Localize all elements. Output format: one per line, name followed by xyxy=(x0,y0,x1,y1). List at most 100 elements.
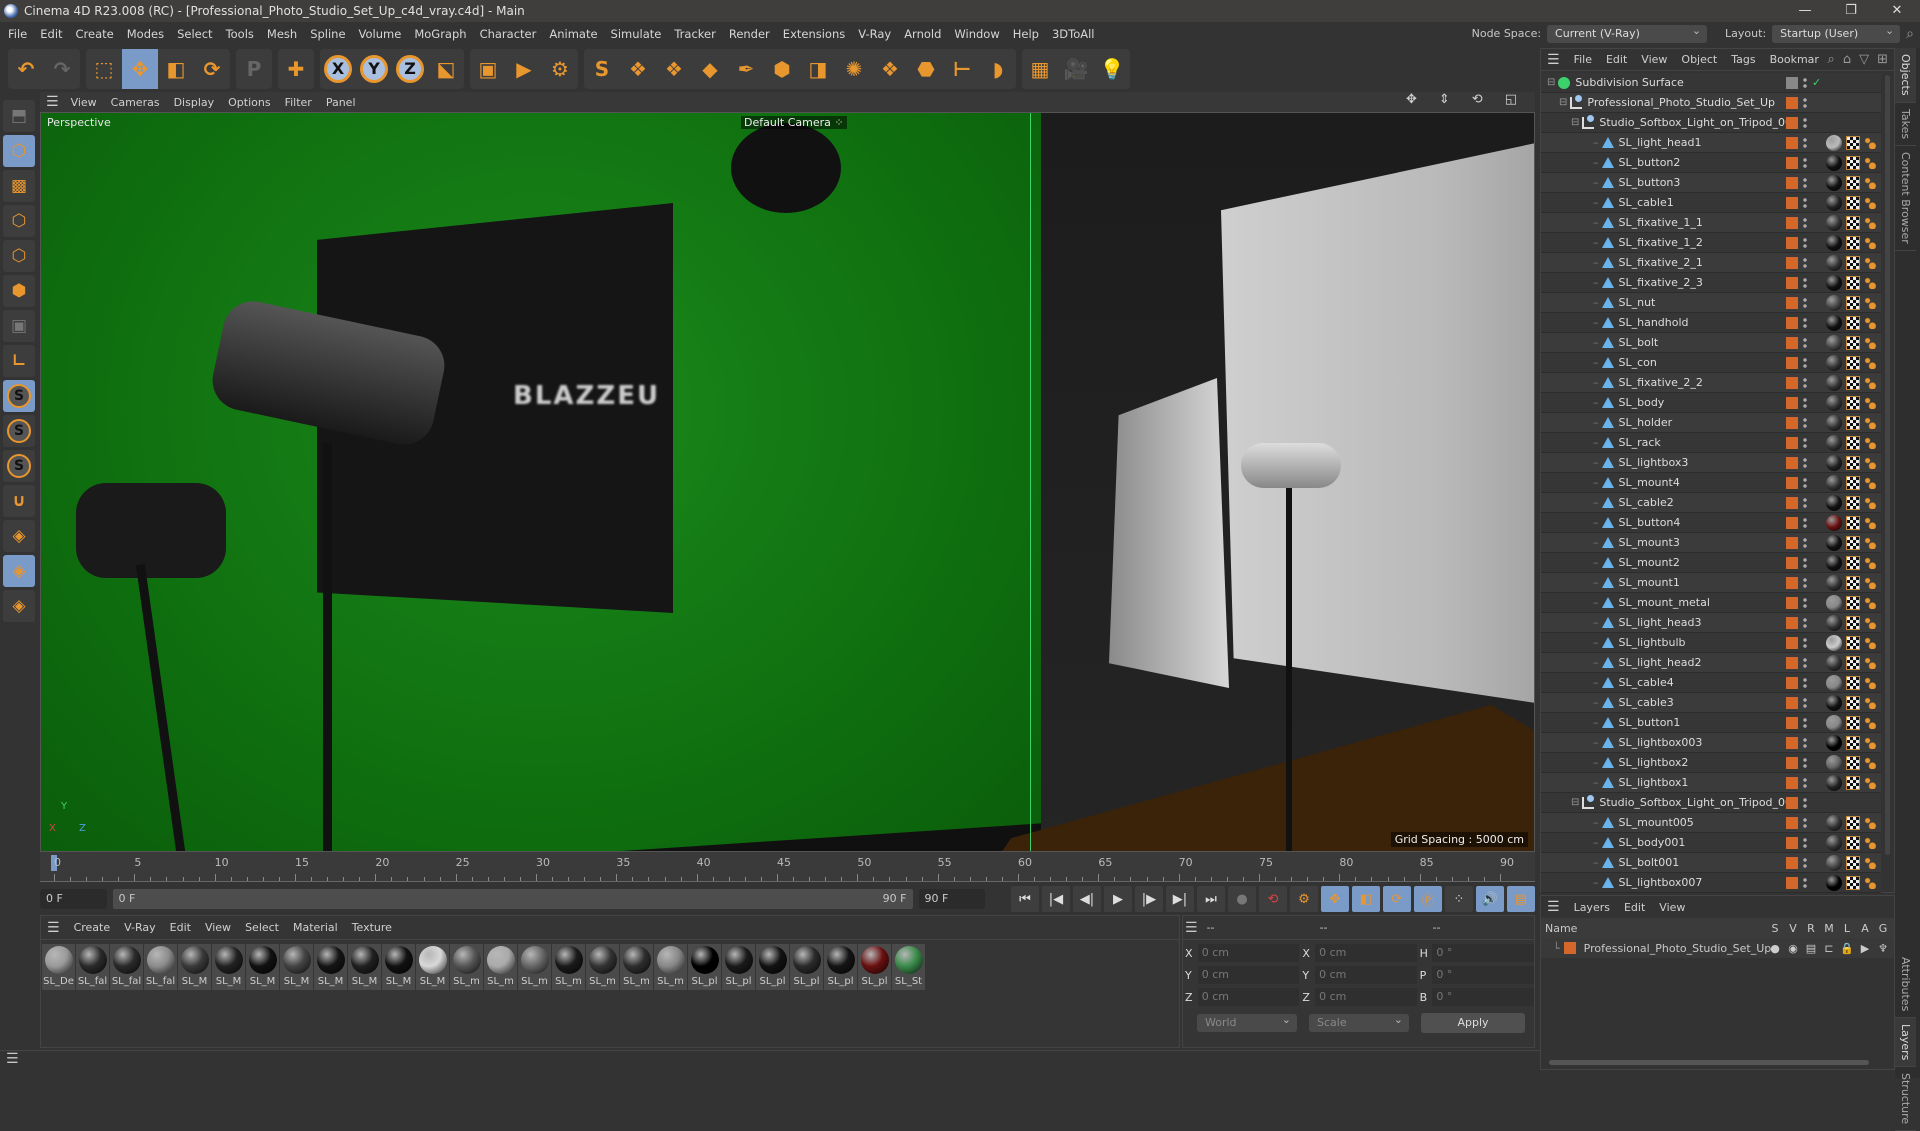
material-tag-icon[interactable] xyxy=(1826,374,1842,391)
uvw-tag-icon[interactable] xyxy=(1846,135,1860,150)
visibility-dots-icon[interactable] xyxy=(1803,516,1807,529)
objects-menu-edit[interactable]: Edit xyxy=(1606,53,1627,66)
lock-icon[interactable]: 🔒 xyxy=(1838,942,1856,955)
object-row[interactable]: – SL_rack xyxy=(1541,433,1881,453)
timeline-ruler[interactable]: 0 5 10 15 20 25 30 35 40 45 50 55 60 65 70 75 80 85 90 xyxy=(40,852,1535,882)
layer-color-icon[interactable] xyxy=(1786,276,1798,289)
visibility-dots-icon[interactable] xyxy=(1803,656,1807,669)
side-tab-attributes[interactable]: Attributes xyxy=(1895,951,1916,1018)
object-scrollbar[interactable] xyxy=(1885,75,1890,855)
layer-row[interactable]: └ Professional_Photo_Studio_Set_Up ● ◉ ▤ ⊏ 🔒… xyxy=(1541,938,1894,958)
render-icon[interactable]: ▤ xyxy=(1802,942,1820,955)
material-tag-icon[interactable] xyxy=(1826,634,1842,651)
layer-color-icon[interactable] xyxy=(1786,336,1798,349)
key-position-button[interactable]: ✥ xyxy=(1321,886,1349,912)
layers-horizontal-scrollbar[interactable] xyxy=(1549,1060,1869,1065)
visibility-dots-icon[interactable] xyxy=(1803,456,1807,469)
undo-button[interactable]: ↶ xyxy=(8,49,44,89)
material-swatch[interactable]: SL_pl xyxy=(722,944,755,990)
viewport-menu-display[interactable]: Display xyxy=(174,96,215,109)
visibility-dots-icon[interactable] xyxy=(1803,436,1807,449)
go-to-start-button[interactable]: ⏮ xyxy=(1011,886,1039,912)
object-row[interactable]: – SL_button3 xyxy=(1541,173,1881,193)
visibility-dots-icon[interactable] xyxy=(1803,616,1807,629)
material-swatch[interactable]: SL_M xyxy=(382,944,415,990)
object-row[interactable]: – SL_con xyxy=(1541,353,1881,373)
phong-tag-icon[interactable] xyxy=(1864,516,1876,529)
layer-color-icon[interactable] xyxy=(1786,496,1798,509)
zoom-view-icon[interactable]: ⇕ xyxy=(1439,92,1450,107)
material-swatch[interactable]: SL_m xyxy=(586,944,619,990)
viewport-menu-cameras[interactable]: Cameras xyxy=(111,96,160,109)
render-view-button[interactable]: ▣ xyxy=(470,49,506,89)
phong-tag-icon[interactable] xyxy=(1864,496,1876,509)
phong-tag-icon[interactable] xyxy=(1864,456,1876,469)
new-view-icon[interactable]: ⊞ xyxy=(1877,52,1888,67)
material-swatch[interactable]: SL_m xyxy=(484,944,517,990)
visibility-dots-icon[interactable] xyxy=(1803,876,1807,889)
expand-toggle-icon[interactable]: ⊟ xyxy=(1547,77,1555,88)
make-editable-button[interactable]: ⬒ xyxy=(3,100,35,132)
bend-button[interactable]: ◗ xyxy=(980,49,1016,89)
side-tab-objects[interactable]: Objects xyxy=(1895,48,1916,103)
phong-tag-icon[interactable] xyxy=(1864,236,1876,249)
uvw-tag-icon[interactable] xyxy=(1846,815,1860,830)
manager-icon[interactable]: ⊏ xyxy=(1820,942,1838,955)
visibility-dots-icon[interactable] xyxy=(1803,316,1807,329)
texture-mode-button[interactable]: ▩ xyxy=(3,170,35,202)
key-scale-button[interactable]: ◧ xyxy=(1352,886,1380,912)
layer-color-icon[interactable] xyxy=(1786,136,1798,149)
move-view-icon[interactable]: ✥ xyxy=(1406,92,1417,107)
layer-color-icon[interactable] xyxy=(1786,856,1798,869)
layer-color-icon[interactable] xyxy=(1786,476,1798,489)
phong-tag-icon[interactable] xyxy=(1864,576,1876,589)
uvw-tag-icon[interactable] xyxy=(1846,635,1860,650)
uv-mode-button[interactable]: ▣ xyxy=(3,310,35,342)
object-row[interactable]: – SL_button4 xyxy=(1541,513,1881,533)
visibility-dots-icon[interactable] xyxy=(1803,296,1807,309)
phong-tag-icon[interactable] xyxy=(1864,216,1876,229)
material-tag-icon[interactable] xyxy=(1826,874,1842,891)
object-row[interactable]: – SL_fixative_1_1 xyxy=(1541,213,1881,233)
next-key-button[interactable]: ▶| xyxy=(1166,886,1194,912)
material-tag-icon[interactable] xyxy=(1826,514,1842,531)
z-axis-button[interactable]: Z xyxy=(392,49,428,89)
layer-color-icon[interactable] xyxy=(1786,616,1798,629)
uvw-tag-icon[interactable] xyxy=(1846,515,1860,530)
object-row[interactable]: – SL_fixative_2_1 xyxy=(1541,253,1881,273)
objects-menu-object[interactable]: Object xyxy=(1681,53,1717,66)
extrude-button[interactable]: ◨ xyxy=(800,49,836,89)
menu-v-ray[interactable]: V-Ray xyxy=(858,27,891,41)
layer-color-icon[interactable] xyxy=(1786,316,1798,329)
subdivision-button[interactable]: ⬢ xyxy=(764,49,800,89)
layer-color-icon[interactable] xyxy=(1786,696,1798,709)
phong-tag-icon[interactable] xyxy=(1864,256,1876,269)
uvw-tag-icon[interactable] xyxy=(1846,455,1860,470)
layer-color-icon[interactable] xyxy=(1786,816,1798,829)
material-hamburger-icon[interactable]: ☰ xyxy=(47,920,60,936)
material-swatch[interactable]: SL_pl xyxy=(858,944,891,990)
range-slider[interactable]: 0 F 90 F xyxy=(112,889,913,909)
home-icon[interactable]: ⌂ xyxy=(1843,52,1851,67)
material-tag-icon[interactable] xyxy=(1826,474,1842,491)
visibility-dots-icon[interactable] xyxy=(1803,596,1807,609)
redo-button[interactable]: ↷ xyxy=(44,49,80,89)
layer-color-icon[interactable] xyxy=(1786,96,1798,109)
material-tag-icon[interactable] xyxy=(1826,694,1842,711)
rotate-button[interactable]: ⟳ xyxy=(194,49,230,89)
camera-button[interactable]: 🎥 xyxy=(1058,49,1094,89)
object-row[interactable]: – SL_cable3 xyxy=(1541,693,1881,713)
phong-tag-icon[interactable] xyxy=(1864,276,1876,289)
object-row[interactable]: – SL_cable2 xyxy=(1541,493,1881,513)
layer-color-icon[interactable] xyxy=(1786,576,1798,589)
visibility-dots-icon[interactable] xyxy=(1803,276,1807,289)
render-picture-viewer-button[interactable]: ▶ xyxy=(506,49,542,89)
side-tab-layers[interactable]: Layers xyxy=(1895,1017,1916,1068)
current-frame-field[interactable]: 0 F xyxy=(40,889,107,909)
object-row[interactable]: – SL_body001 xyxy=(1541,833,1881,853)
material-swatch[interactable]: SL_M xyxy=(246,944,279,990)
material-tag-icon[interactable] xyxy=(1826,174,1842,191)
key-parameter-button[interactable]: Ⓟ xyxy=(1414,886,1442,912)
layer-color-icon[interactable] xyxy=(1786,116,1798,129)
coord-value-field[interactable]: 0 ° xyxy=(1432,966,1534,984)
